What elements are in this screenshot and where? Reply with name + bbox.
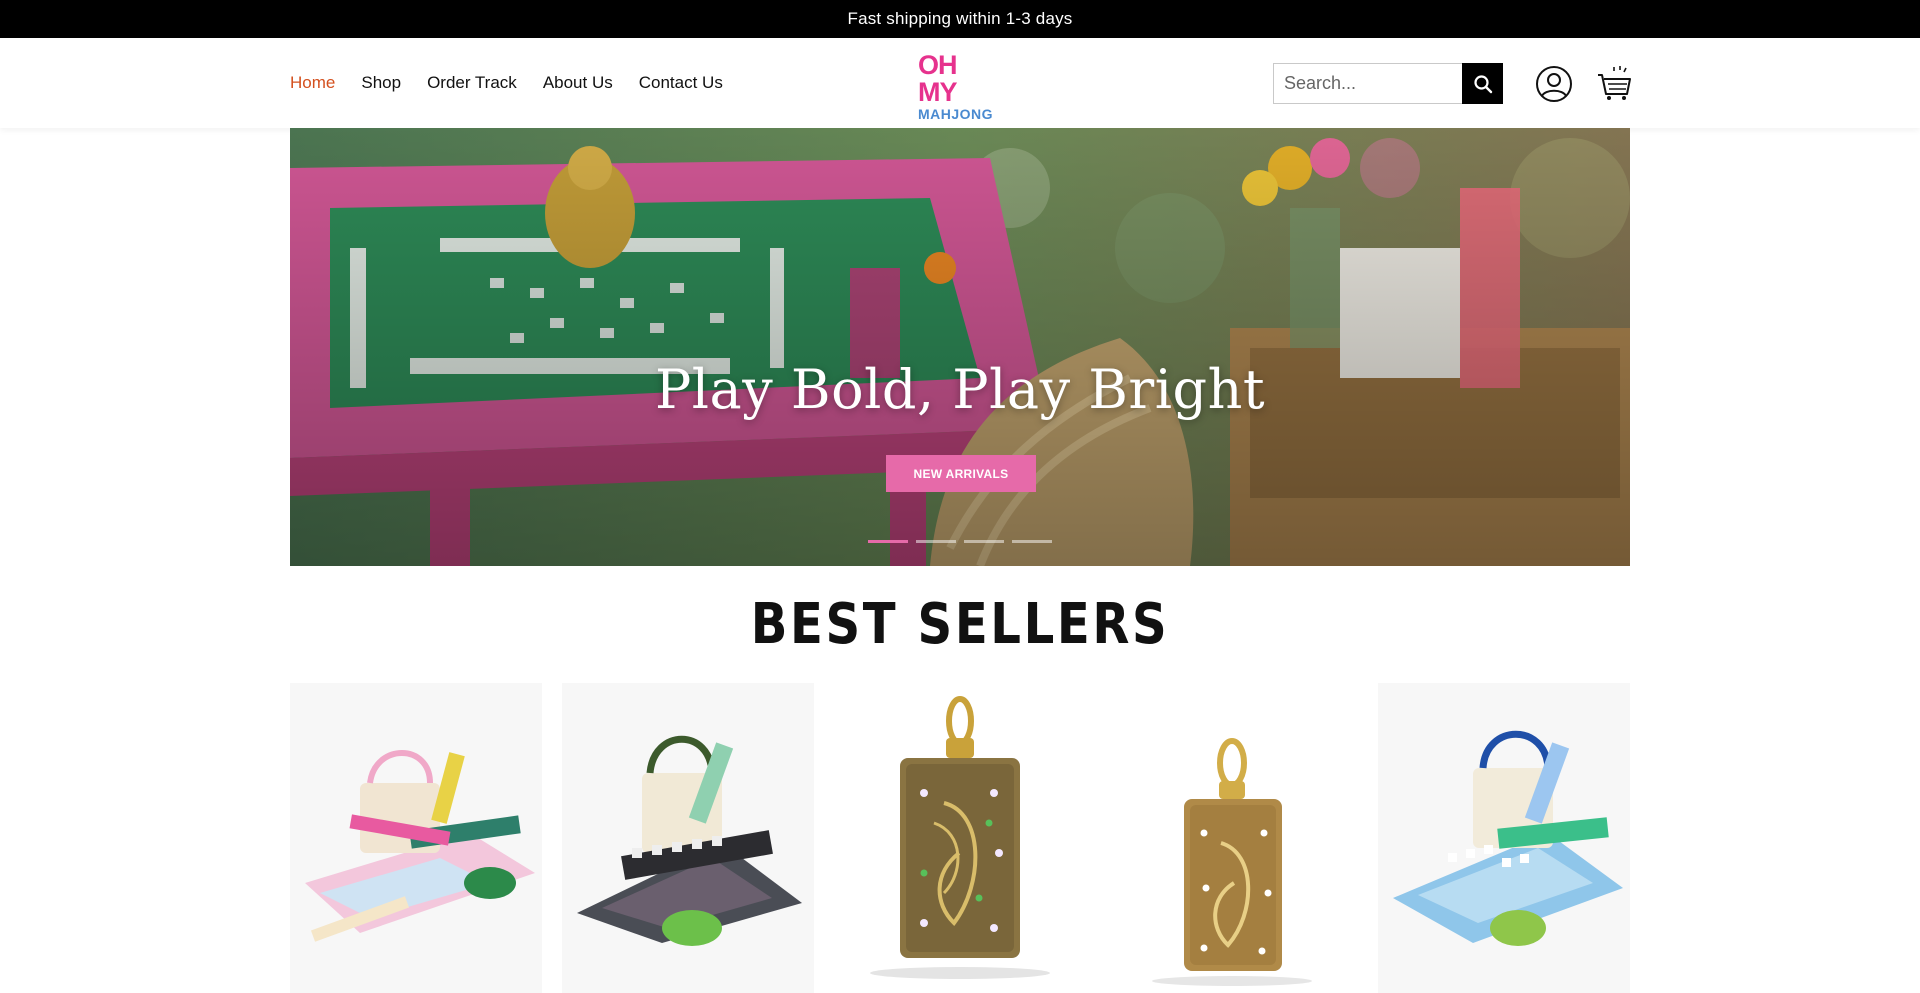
hero-banner: Play Bold, Play Bright NEW ARRIVALS [290,128,1630,566]
hero-image [290,128,1630,566]
search-bar [1273,63,1503,104]
slider-dots [868,540,1052,543]
best-sellers-title: BEST SELLERS [750,592,1170,657]
product-image [305,750,535,942]
slider-dot-4[interactable] [1012,540,1052,543]
nav-order-track[interactable]: Order Track [427,73,517,93]
logo-line-oh: OH [918,50,958,80]
product-image [834,683,1086,993]
new-arrivals-button[interactable]: NEW ARRIVALS [886,455,1036,492]
site-header: Home Shop Order Track About Us Contact U… [0,38,1920,128]
logo-line-mahjong: MAHJONG [918,106,994,122]
slider-dot-2[interactable] [916,540,956,543]
slider-dot-1[interactable] [868,540,908,543]
search-button[interactable] [1462,63,1503,104]
product-card[interactable] [1378,683,1630,993]
shopping-cart-icon [1598,66,1631,100]
hero-headline: Play Bold, Play Bright [654,358,1266,421]
main-nav: Home Shop Order Track About Us Contact U… [290,38,723,128]
search-input[interactable] [1273,63,1462,104]
nav-contact-us[interactable]: Contact Us [639,73,723,93]
cart-button[interactable] [1596,64,1632,102]
nav-home[interactable]: Home [290,73,335,93]
nav-about-us[interactable]: About Us [543,73,613,93]
site-logo[interactable]: OH MY MAHJONG [918,50,1008,122]
announcement-text: Fast shipping within 1-3 days [847,9,1073,28]
search-icon [1473,74,1492,93]
product-image [1106,683,1358,993]
user-circle-icon [1536,66,1572,102]
nav-shop[interactable]: Shop [361,73,401,93]
product-card[interactable] [290,683,542,993]
announcement-bar: Fast shipping within 1-3 days [0,0,1920,38]
product-card[interactable] [1106,683,1358,993]
logo-line-my: MY [918,77,958,107]
product-card[interactable] [562,683,814,993]
product-image [577,735,802,946]
product-card[interactable] [834,683,1086,993]
product-grid [290,683,1630,993]
product-image [1393,730,1623,946]
slider-dot-3[interactable] [964,540,1004,543]
account-button[interactable] [1535,65,1573,103]
